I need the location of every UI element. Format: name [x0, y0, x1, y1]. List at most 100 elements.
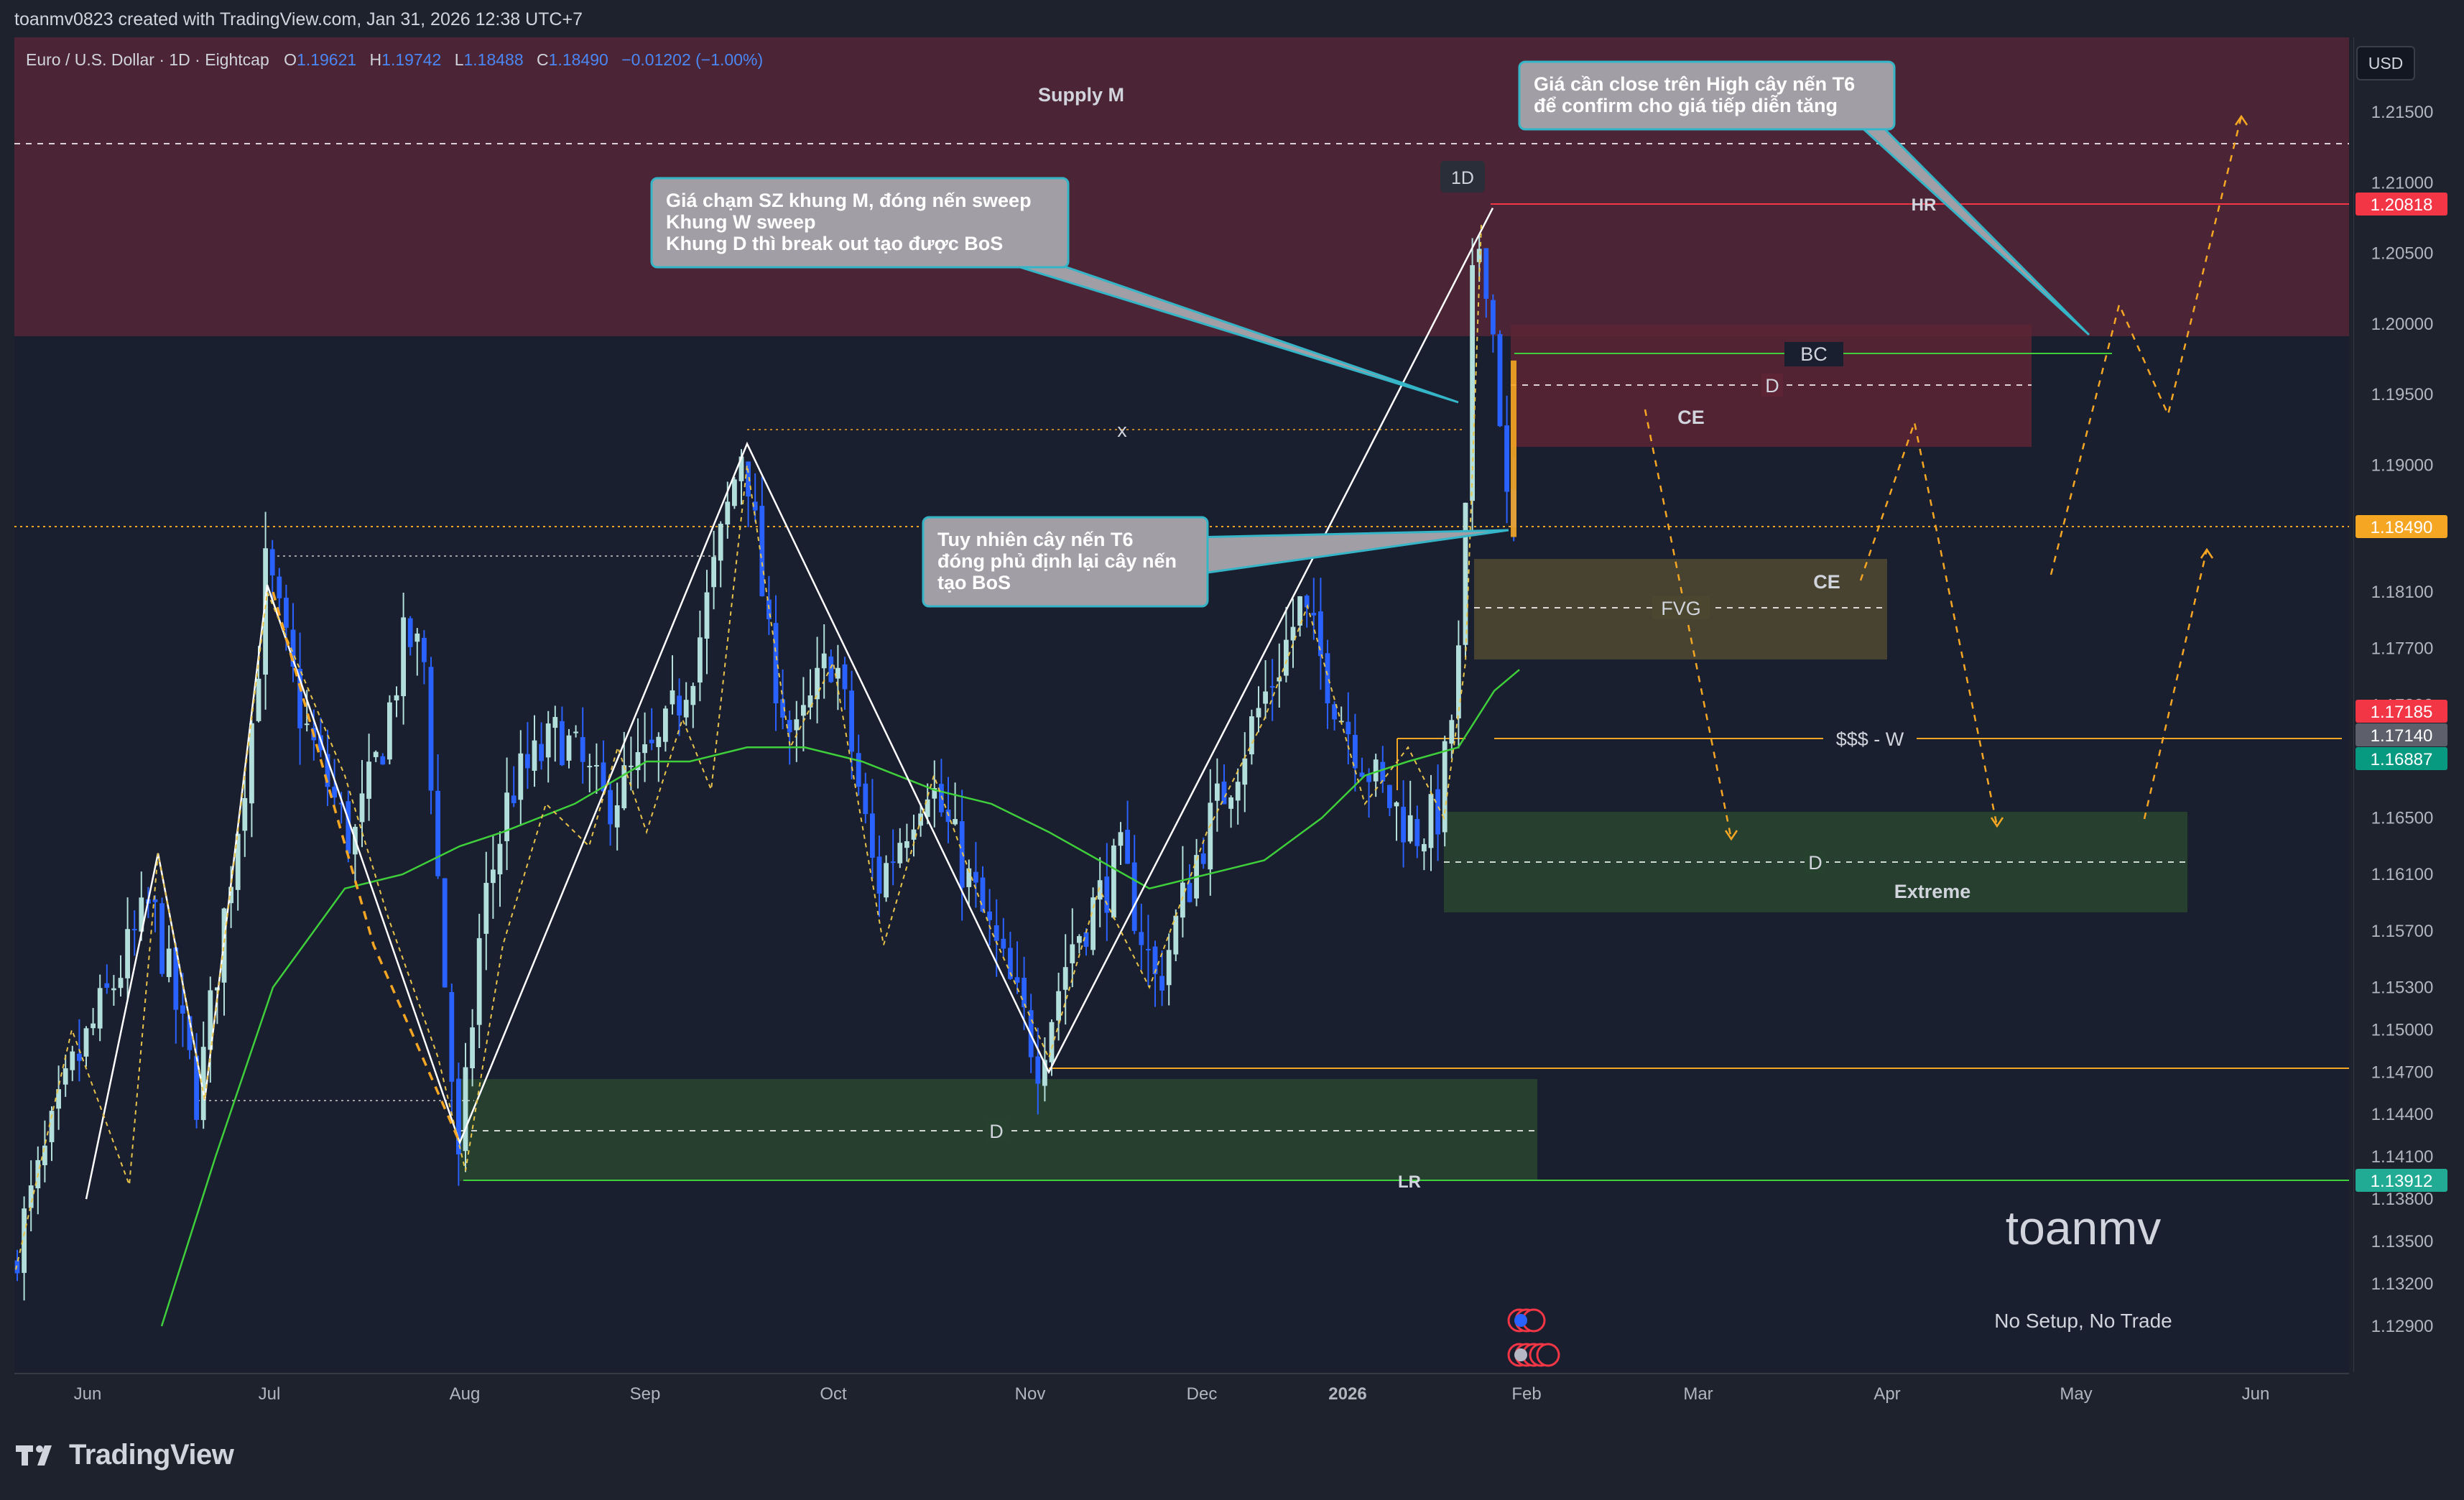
currency-button[interactable]: USD: [2356, 46, 2415, 80]
candle[interactable]: [987, 889, 992, 946]
candle[interactable]: [1422, 838, 1427, 871]
candle[interactable]: [1242, 732, 1248, 812]
candle[interactable]: [794, 700, 800, 762]
chart-pane[interactable]: Supply M 1D HR BC D CE x CE FVG $$$ - W D Extreme D L…: [14, 37, 2349, 1372]
candle[interactable]: [759, 476, 765, 597]
candle[interactable]: [1146, 915, 1151, 986]
candle[interactable]: [401, 592, 406, 725]
candle[interactable]: [683, 682, 689, 726]
candle[interactable]: [1504, 395, 1509, 524]
candle[interactable]: [414, 628, 420, 676]
candle[interactable]: [1318, 578, 1323, 690]
candle[interactable]: [1359, 757, 1365, 779]
event-icon-us[interactable]: [1536, 1343, 1560, 1367]
candle[interactable]: [649, 708, 654, 751]
candle[interactable]: [635, 718, 641, 789]
candle[interactable]: [1394, 801, 1399, 841]
candle[interactable]: [1401, 780, 1406, 868]
candle[interactable]: [1097, 857, 1103, 927]
candle[interactable]: [863, 772, 869, 824]
candle[interactable]: [573, 725, 578, 738]
candle[interactable]: [1001, 917, 1006, 957]
candle[interactable]: [428, 657, 434, 815]
candle[interactable]: [1166, 933, 1172, 1006]
candle[interactable]: [1256, 686, 1261, 733]
candle[interactable]: [711, 530, 716, 610]
candle[interactable]: [525, 722, 530, 790]
candle[interactable]: [366, 733, 371, 821]
candle[interactable]: [22, 1196, 27, 1301]
candle[interactable]: [560, 706, 565, 767]
candle[interactable]: [945, 777, 951, 843]
candle[interactable]: [1249, 709, 1254, 765]
candle[interactable]: [56, 1065, 61, 1130]
candle[interactable]: [904, 823, 909, 862]
candle[interactable]: [1221, 764, 1227, 805]
candle[interactable]: [70, 1045, 75, 1081]
candle[interactable]: [407, 616, 413, 656]
candle[interactable]: [1407, 780, 1413, 844]
candle[interactable]: [14, 1249, 20, 1282]
candle[interactable]: [476, 913, 482, 1048]
candle[interactable]: [483, 851, 489, 971]
candle[interactable]: [1497, 330, 1503, 427]
candle[interactable]: [380, 753, 386, 765]
candle[interactable]: [470, 1009, 475, 1087]
candle[interactable]: [1456, 620, 1461, 749]
candle[interactable]: [1353, 713, 1358, 792]
candle[interactable]: [277, 568, 282, 614]
candle[interactable]: [442, 878, 448, 988]
candle[interactable]: [677, 678, 682, 736]
candle[interactable]: [1104, 843, 1110, 941]
candle[interactable]: [1194, 838, 1199, 907]
candle[interactable]: [435, 754, 440, 879]
candle[interactable]: [1325, 639, 1330, 729]
candle[interactable]: [876, 835, 882, 917]
candle[interactable]: [1304, 594, 1310, 628]
candle[interactable]: [1208, 769, 1213, 896]
candle[interactable]: [856, 734, 861, 796]
candle[interactable]: [842, 657, 848, 710]
candle[interactable]: [642, 712, 647, 782]
candle[interactable]: [587, 754, 593, 793]
chart-canvas[interactable]: Supply M 1D HR BC D CE x CE FVG $$$ - W D Extreme D L…: [14, 37, 2349, 1372]
candle[interactable]: [1118, 822, 1124, 866]
candle[interactable]: [497, 831, 503, 907]
candle[interactable]: [1173, 909, 1179, 961]
candle[interactable]: [566, 728, 572, 769]
candle[interactable]: [870, 779, 875, 879]
candle[interactable]: [422, 630, 427, 685]
candle[interactable]: [773, 595, 779, 731]
candle[interactable]: [491, 834, 496, 919]
candle[interactable]: [932, 760, 937, 828]
tradingview-logo[interactable]: TradingView: [16, 1439, 234, 1471]
candle[interactable]: [663, 705, 668, 752]
candle[interactable]: [394, 686, 399, 718]
candle[interactable]: [104, 964, 110, 994]
time-axis[interactable]: Jun Jul Aug Sep Oct Nov Dec 2026 Feb Mar Apr May Jun: [14, 1372, 2349, 1409]
candle[interactable]: [297, 632, 302, 765]
economic-events[interactable]: [1507, 1308, 1560, 1367]
candle[interactable]: [131, 910, 137, 956]
candle[interactable]: [35, 1146, 41, 1215]
candle[interactable]: [1152, 940, 1158, 1007]
candle[interactable]: [1215, 758, 1220, 832]
price-axis[interactable]: 1.21500 1.21000 1.20500 1.20000 1.19500 1.190…: [2353, 37, 2450, 1409]
candle[interactable]: [552, 705, 558, 762]
symbol-legend[interactable]: Euro / U.S. Dollar · 1D · Eightcap O1.19…: [26, 50, 763, 70]
candle[interactable]: [166, 925, 172, 983]
candle[interactable]: [884, 855, 889, 902]
candle[interactable]: [1090, 887, 1096, 955]
candle[interactable]: [1346, 692, 1351, 764]
candle[interactable]: [539, 722, 544, 770]
candle[interactable]: [580, 707, 585, 784]
candle[interactable]: [325, 729, 330, 807]
candle[interactable]: [125, 897, 130, 1002]
candle[interactable]: [801, 677, 806, 751]
candle[interactable]: [973, 842, 978, 908]
candle[interactable]: [1435, 764, 1440, 861]
candle[interactable]: [62, 1055, 68, 1097]
candle[interactable]: [690, 682, 696, 728]
candle[interactable]: [1491, 294, 1496, 353]
candle[interactable]: [1062, 934, 1068, 1025]
